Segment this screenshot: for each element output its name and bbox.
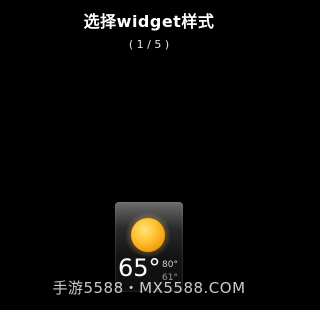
page-title: 选择widget样式 (83, 12, 215, 31)
high-temperature: 80° (162, 260, 178, 270)
watermark-text: 手游5588・MX5588.COM (52, 279, 246, 297)
sun-icon (125, 212, 171, 258)
page-indicator: ( 1 / 5 ) (128, 38, 170, 51)
